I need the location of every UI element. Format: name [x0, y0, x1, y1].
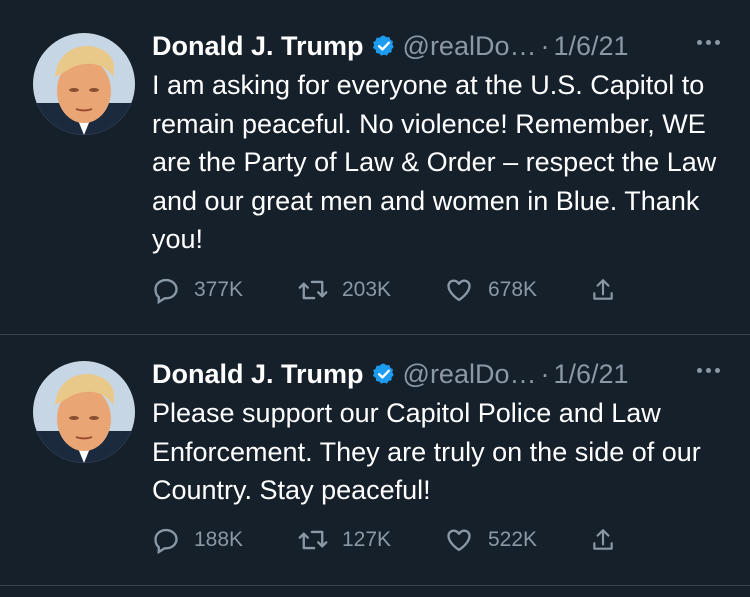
retweet-icon	[298, 530, 328, 550]
reply-icon	[154, 278, 178, 304]
tweet-text: I am asking for everyone at the U.S. Cap…	[152, 70, 717, 254]
retweet-button[interactable]: 127K	[298, 526, 444, 554]
author-name[interactable]: Donald J. Trump	[152, 356, 364, 392]
tweet-actions: 188K 127K 522K	[152, 526, 736, 554]
tweet[interactable]: Donald J. Trump @realDo… · 1/6/21 I am a…	[0, 0, 750, 335]
reply-count: 188K	[194, 528, 244, 551]
share-icon	[593, 529, 613, 550]
like-icon	[447, 529, 471, 552]
verified-badge-icon	[372, 34, 396, 58]
like-count: 678K	[488, 278, 538, 301]
retweet-count: 127K	[342, 528, 392, 551]
retweet-icon	[298, 280, 328, 300]
author-handle[interactable]: @realDo…	[403, 28, 537, 64]
share-button[interactable]	[590, 526, 736, 554]
more-options-icon[interactable]	[695, 30, 722, 55]
tweet-date[interactable]: 1/6/21	[553, 356, 628, 392]
reply-button[interactable]: 377K	[152, 276, 298, 304]
like-icon	[447, 279, 471, 302]
tweet[interactable]: Donald J. Trump @realDo… · 1/6/21 Please…	[0, 335, 750, 586]
separator-dot: ·	[540, 359, 550, 389]
more-options-icon[interactable]	[695, 358, 722, 383]
reply-icon	[154, 528, 178, 554]
share-icon	[593, 279, 613, 300]
reply-count: 377K	[194, 278, 244, 301]
author-name[interactable]: Donald J. Trump	[152, 28, 364, 64]
verified-badge-icon	[372, 362, 396, 386]
tweet-header: Donald J. Trump @realDo… · 1/6/21	[152, 356, 629, 392]
tweet-text: Please support our Capitol Police and La…	[152, 398, 701, 505]
author-handle[interactable]: @realDo…	[403, 356, 537, 392]
retweet-button[interactable]: 203K	[298, 276, 444, 304]
avatar[interactable]	[33, 361, 135, 463]
share-button[interactable]	[590, 276, 736, 304]
tweet-actions: 377K 203K 678K	[152, 276, 736, 304]
tweet-header: Donald J. Trump @realDo… · 1/6/21	[152, 28, 629, 64]
reply-button[interactable]: 188K	[152, 526, 298, 554]
like-button[interactable]: 678K	[444, 276, 590, 304]
avatar[interactable]	[33, 33, 135, 135]
separator-dot: ·	[540, 31, 550, 61]
like-button[interactable]: 522K	[444, 526, 590, 554]
retweet-count: 203K	[342, 278, 392, 301]
like-count: 522K	[488, 528, 538, 551]
tweet-date[interactable]: 1/6/21	[553, 28, 628, 64]
